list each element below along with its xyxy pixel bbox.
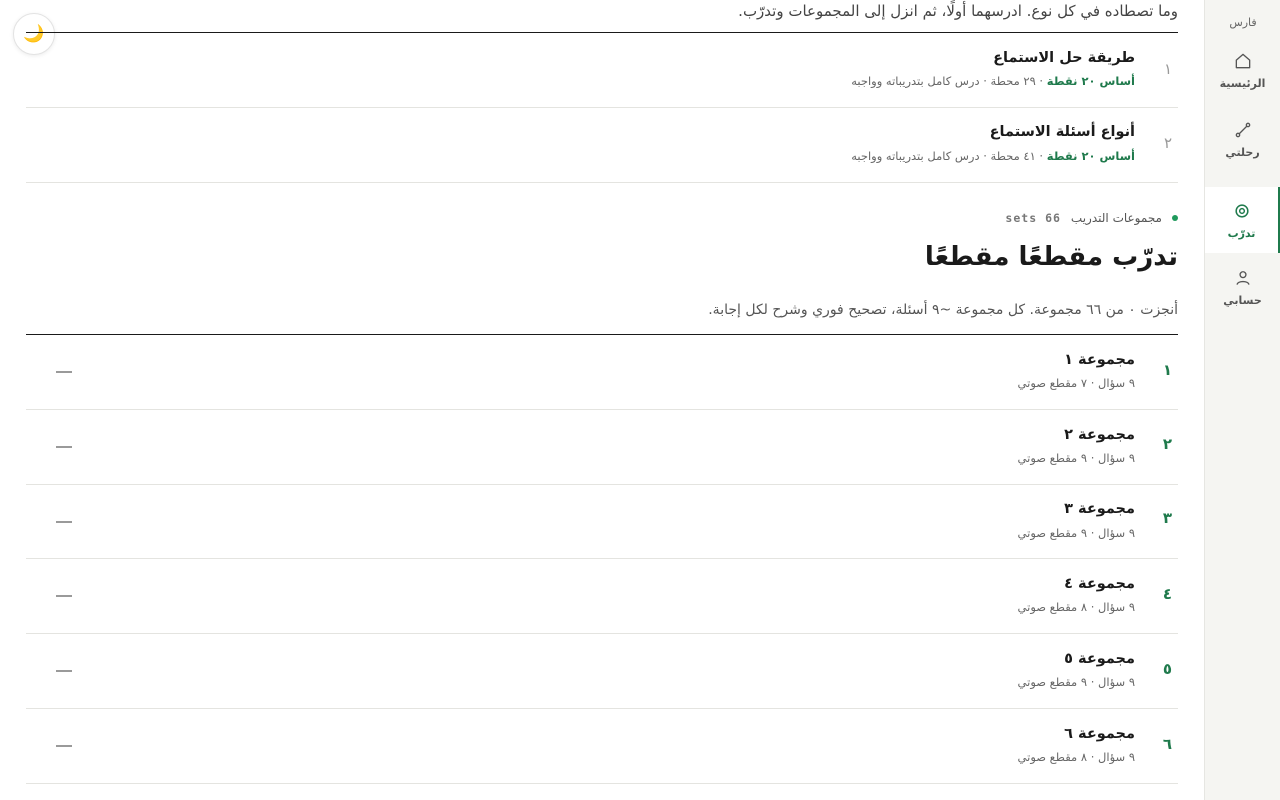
lesson-meta: أساس ٢٠ نقطة · ٤١ محطة · درس كامل بتدريب… [851, 149, 1135, 163]
set-meta: ٩ سؤال · ٩ مقطع صوتي [1017, 451, 1135, 465]
lesson-row[interactable]: ١ طريقة حل الاستماع أساس ٢٠ نقطة · ٢٩ مح… [26, 33, 1178, 108]
lesson-tag: أساس ٢٠ نقطة [1046, 149, 1135, 163]
intro-text: وما تصطاده في كل نوع. ادرسهما أولًا، ثم … [738, 2, 1178, 20]
set-number: ٢ [1162, 435, 1172, 453]
set-status [56, 446, 72, 448]
nav-home[interactable]: الرئيسية [1205, 37, 1280, 103]
set-title: مجموعة ٤ [1064, 576, 1135, 592]
nav-journey-label: رحلتي [1225, 145, 1260, 159]
lesson-row[interactable]: ٢ أنواع أسئلة الاستماع أساس ٢٠ نقطة · ٤١… [26, 108, 1178, 183]
set-row[interactable]: ٢ مجموعة ٢ ٩ سؤال · ٩ مقطع صوتي [26, 410, 1178, 485]
set-meta: ٩ سؤال · ٩ مقطع صوتي [1017, 675, 1135, 689]
set-status [56, 670, 72, 672]
set-status [56, 745, 72, 747]
brand-name: فارس [1229, 16, 1257, 29]
set-title: مجموعة ٣ [1064, 501, 1135, 517]
target-icon [1234, 203, 1249, 218]
set-number: ١ [1162, 361, 1172, 379]
section-count: 66 sets [1005, 211, 1061, 225]
set-status [56, 595, 72, 597]
set-number: ٦ [1162, 735, 1172, 753]
lesson-details: · ٢٩ محطة · درس كامل بتدريباته وواجبه [851, 74, 1047, 88]
set-meta: ٩ سؤال · ٩ مقطع صوتي [1017, 526, 1135, 540]
main-content: وما تصطاده في كل نوع. ادرسهما أولًا، ثم … [26, 0, 1178, 800]
divider [26, 182, 1178, 183]
nav-home-label: الرئيسية [1219, 76, 1266, 90]
nav-account-label: حسابي [1223, 293, 1262, 307]
set-status [56, 371, 72, 373]
lesson-title: أنواع أسئلة الاستماع [989, 124, 1135, 140]
section-header: مجموعات التدريب 66 sets [1005, 211, 1178, 225]
lesson-details: · ٤١ محطة · درس كامل بتدريباته وواجبه [851, 149, 1047, 163]
set-title: مجموعة ٢ [1064, 427, 1135, 443]
nav-practice[interactable]: تدرّب [1205, 187, 1280, 253]
set-meta: ٩ سؤال · ٨ مقطع صوتي [1017, 750, 1135, 764]
set-number: ٥ [1162, 660, 1172, 678]
set-row[interactable]: ٣ مجموعة ٣ ٩ سؤال · ٩ مقطع صوتي [26, 485, 1178, 560]
route-icon [1235, 122, 1250, 137]
set-title: مجموعة ٥ [1064, 651, 1135, 667]
set-meta: ٩ سؤال · ٧ مقطع صوتي [1017, 376, 1135, 390]
set-status [56, 521, 72, 523]
set-number: ٤ [1162, 585, 1172, 603]
set-title: مجموعة ٦ [1064, 726, 1135, 742]
sidebar: فارس الرئيسية رحلتي تدرّب حسابي [1204, 0, 1280, 800]
lesson-tag: أساس ٢٠ نقطة [1046, 74, 1135, 88]
lesson-meta: أساس ٢٠ نقطة · ٢٩ محطة · درس كامل بتدريب… [851, 74, 1135, 88]
set-row[interactable]: ٦ مجموعة ٦ ٩ سؤال · ٨ مقطع صوتي [26, 709, 1178, 784]
set-row[interactable]: ٥ مجموعة ٥ ٩ سؤال · ٩ مقطع صوتي [26, 634, 1178, 709]
progress-summary: أنجزت ٠ من ٦٦ مجموعة. كل مجموعة ~٩ أسئلة… [708, 302, 1178, 318]
nav-account[interactable]: حسابي [1205, 254, 1280, 320]
user-icon [1236, 270, 1249, 285]
home-icon [1235, 53, 1250, 68]
lesson-title: طريقة حل الاستماع [993, 50, 1135, 66]
set-row[interactable]: ١ مجموعة ١ ٩ سؤال · ٧ مقطع صوتي [26, 335, 1178, 410]
divider [26, 783, 1178, 784]
lesson-number: ١ [1163, 60, 1172, 78]
page-title: تدرّب مقطعًا مقطعًا [924, 242, 1178, 272]
nav-journey[interactable]: رحلتي [1205, 106, 1280, 172]
set-row[interactable]: ٤ مجموعة ٤ ٩ سؤال · ٨ مقطع صوتي [26, 559, 1178, 634]
set-meta: ٩ سؤال · ٨ مقطع صوتي [1017, 600, 1135, 614]
set-title: مجموعة ١ [1064, 352, 1135, 368]
lesson-number: ٢ [1163, 134, 1172, 152]
status-dot [1172, 215, 1178, 221]
nav-practice-label: تدرّب [1227, 226, 1256, 240]
section-label: مجموعات التدريب [1070, 211, 1162, 225]
set-number: ٣ [1162, 509, 1172, 527]
